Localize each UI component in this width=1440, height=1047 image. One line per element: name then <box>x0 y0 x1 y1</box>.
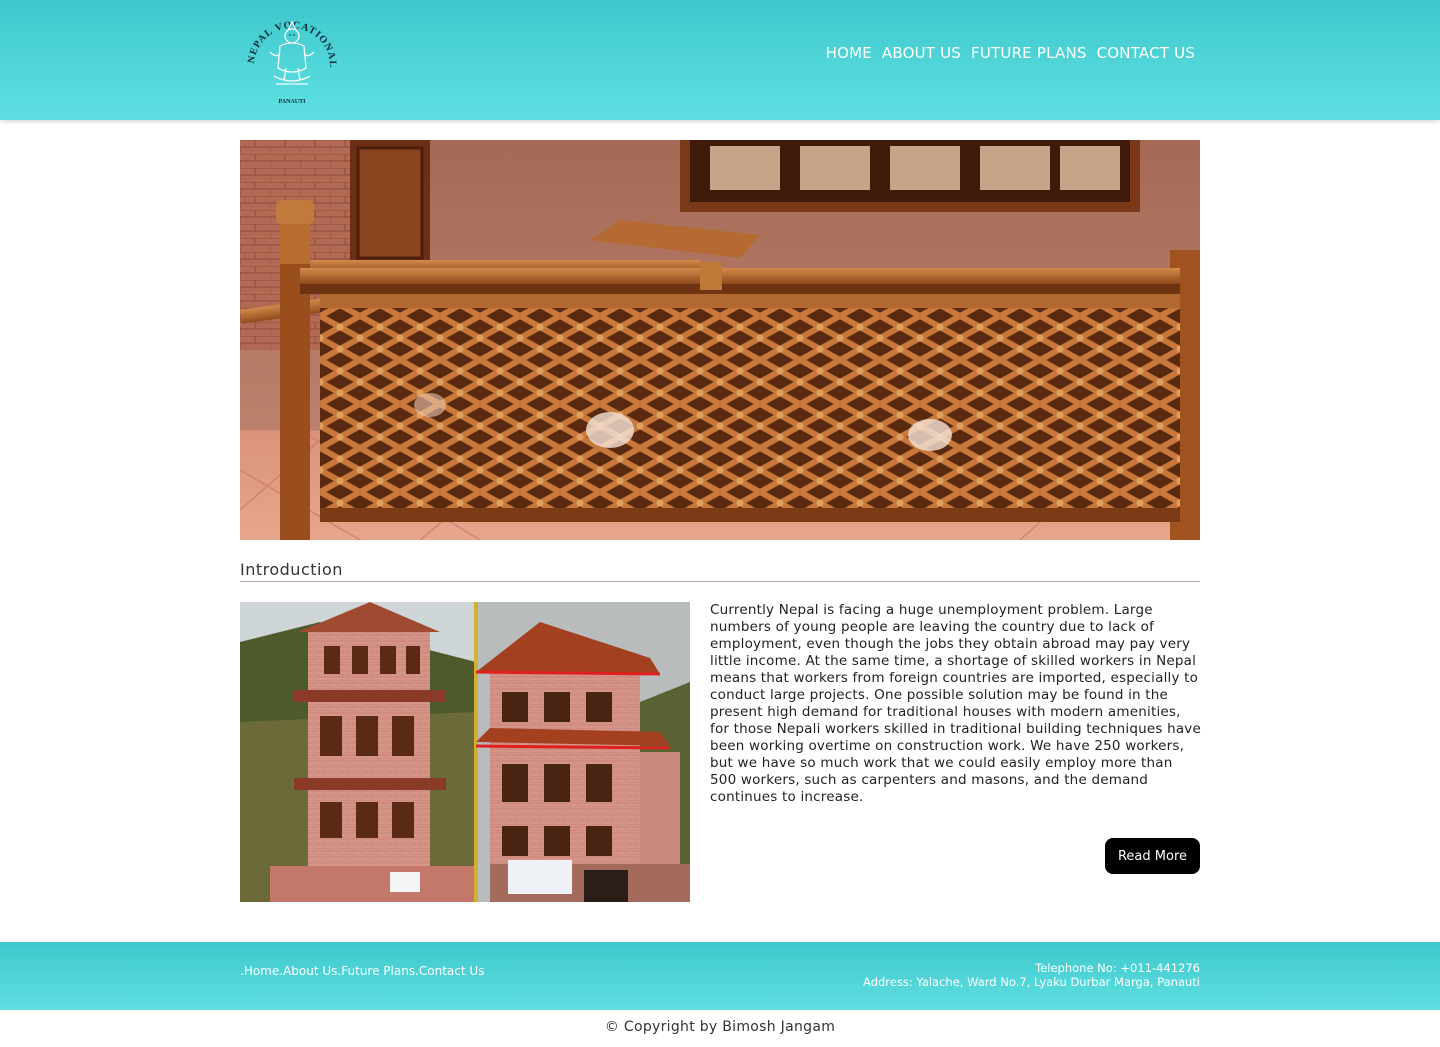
site-footer: .Home.About Us.Future Plans.Contact Us T… <box>0 942 1440 1010</box>
address-text: Address: Yalache, Ward No.7, Lyaku Durba… <box>863 975 1200 989</box>
hero-image <box>240 140 1200 540</box>
read-more-button[interactable]: Read More <box>1105 838 1200 874</box>
deity-emblem-logo-icon: NEPAL VOCATIONAL ACADEMY PANAUTI <box>235 0 338 105</box>
footer-link-contact-us[interactable]: .Contact Us <box>415 964 484 978</box>
footer-nav: .Home.About Us.Future Plans.Contact Us <box>240 964 484 978</box>
academy-logo[interactable]: NEPAL VOCATIONAL ACADEMY PANAUTI <box>235 0 344 110</box>
footer-link-about-us[interactable]: .About Us <box>279 964 337 978</box>
footer-link-home[interactable]: .Home <box>240 964 279 978</box>
footer-link-future-plans[interactable]: .Future Plans <box>337 964 415 978</box>
main-nav: HOME ABOUT US FUTURE PLANS CONTACT US <box>826 44 1195 62</box>
introduction-paragraph: Currently Nepal is facing a huge unemplo… <box>710 602 1202 805</box>
svg-text:PANAUTI: PANAUTI <box>279 99 307 105</box>
nav-contact-us[interactable]: CONTACT US <box>1097 44 1195 62</box>
nav-home[interactable]: HOME <box>826 44 872 62</box>
copyright-notice: © Copyright by Bimosh Jangam <box>604 1019 836 1035</box>
contact-info: Telephone No: +011-441276 Address: Yalac… <box>863 961 1200 989</box>
svg-text:NEPAL VOCATIONAL ACADEMY: NEPAL VOCATIONAL ACADEMY <box>240 6 338 68</box>
telephone-number: Telephone No: +011-441276 <box>1035 961 1200 975</box>
academy-building-photo <box>240 602 690 902</box>
nav-future-plans[interactable]: FUTURE PLANS <box>971 44 1087 62</box>
nav-about-us[interactable]: ABOUT US <box>882 44 961 62</box>
site-header: NEPAL VOCATIONAL ACADEMY PANAUTI HOME AB… <box>0 0 1440 120</box>
section-title-introduction: Introduction <box>240 560 1200 582</box>
